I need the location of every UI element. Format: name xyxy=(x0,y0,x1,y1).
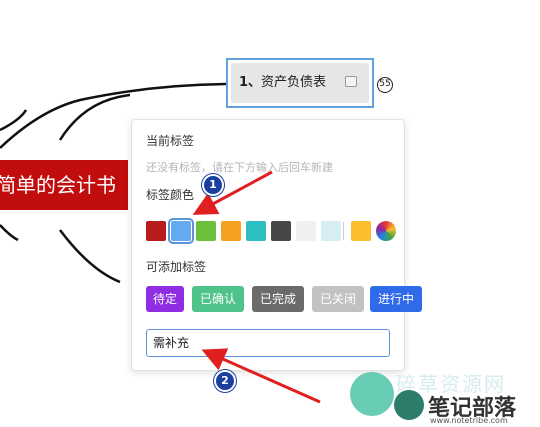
topic-node[interactable]: 1、资产负债表 xyxy=(231,63,369,103)
tag-confirmed[interactable]: 已确认 xyxy=(192,286,244,312)
swatch-divider xyxy=(343,222,344,240)
tag-color-label: 标签颜色 xyxy=(146,188,195,202)
swatch-yellow[interactable] xyxy=(351,221,371,241)
swatch-blue[interactable] xyxy=(168,218,194,244)
tag-panel: 当前标签 还没有标签，请在下方输入后回车新建 标签颜色 可添加标签 待定 已确认… xyxy=(131,119,422,371)
step-badge-1: 1 xyxy=(202,174,224,196)
central-topic[interactable]: 简单的会计书 xyxy=(0,160,128,210)
note-icon[interactable] xyxy=(345,76,357,87)
swatch-light-gray[interactable] xyxy=(296,221,316,241)
tag-input[interactable]: 需补充 xyxy=(146,329,390,357)
current-tags-label: 当前标签 xyxy=(146,134,195,148)
tag-closed[interactable]: 已关闭 xyxy=(312,286,364,312)
pen-icon xyxy=(394,390,424,420)
tag-pending[interactable]: 待定 xyxy=(146,286,184,312)
tag-in-progress[interactable]: 进行中 xyxy=(370,286,422,312)
topic-number: 1、 xyxy=(239,75,262,90)
watermark: 碎草资源网 笔记部落 www.notetribe.com xyxy=(350,368,540,427)
swatch-dark-gray[interactable] xyxy=(271,221,291,241)
swatch-teal[interactable] xyxy=(246,221,266,241)
custom-color-icon[interactable] xyxy=(376,221,396,241)
swatch-green[interactable] xyxy=(196,221,216,241)
addable-tags-label: 可添加标签 xyxy=(146,260,207,274)
count-badge: 55 xyxy=(377,77,393,93)
watermark-url: www.notetribe.com xyxy=(430,416,508,425)
swatch-red[interactable] xyxy=(146,221,166,241)
tag-completed[interactable]: 已完成 xyxy=(252,286,304,312)
no-tags-hint: 还没有标签，请在下方输入后回车新建 xyxy=(146,161,333,174)
step-badge-2: 2 xyxy=(214,370,236,392)
swatch-orange[interactable] xyxy=(221,221,241,241)
central-topic-label: 简单的会计书 xyxy=(0,173,116,197)
topic-label: 资产负债表 xyxy=(261,75,327,90)
watermark-logo-icon xyxy=(350,372,394,416)
swatch-light-cyan[interactable] xyxy=(321,221,341,241)
